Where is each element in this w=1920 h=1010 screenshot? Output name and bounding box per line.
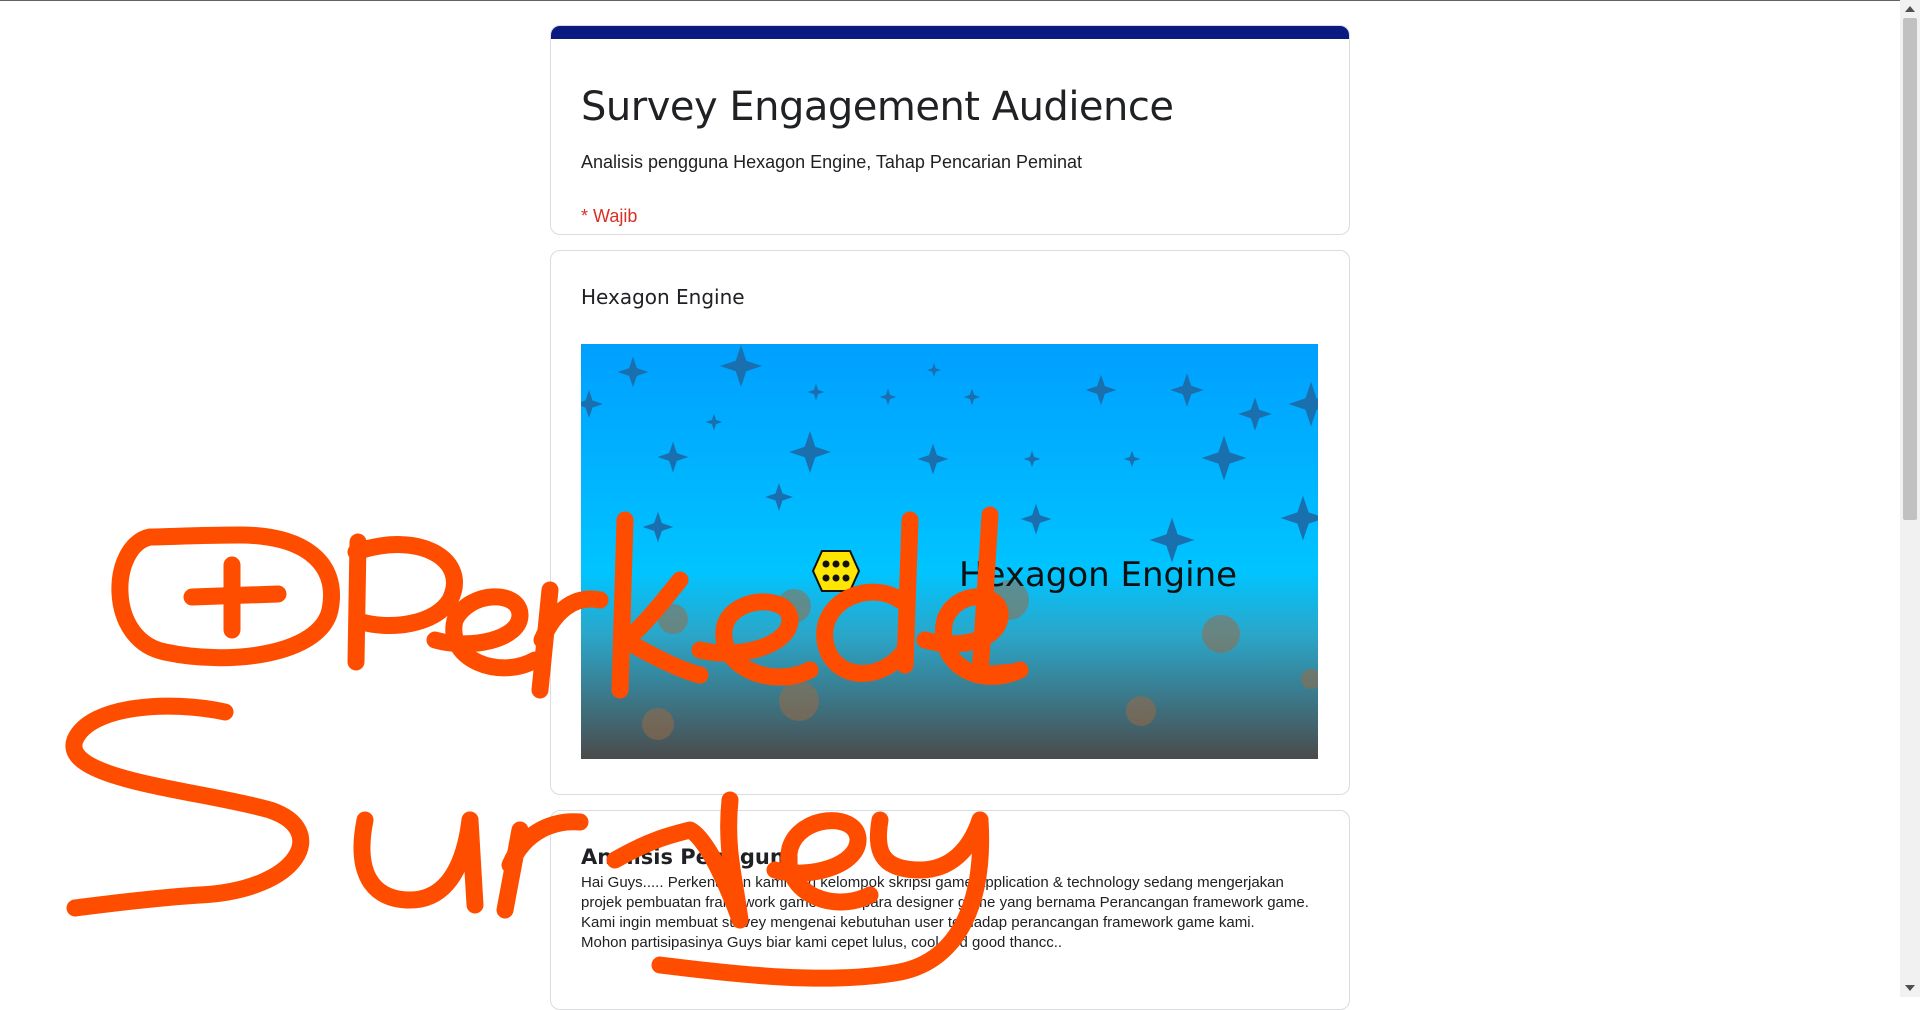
scroll-down-arrow-icon[interactable]	[1905, 985, 1915, 991]
form-title-card: Survey Engagement Audience Analisis peng…	[550, 25, 1350, 235]
section-paragraph-3: Mohon partisipasinya Guys biar kami cepe…	[581, 934, 1063, 951]
required-note: * Wajib	[581, 206, 638, 226]
image-section-title: Hexagon Engine	[581, 285, 745, 309]
form-accent-bar	[551, 26, 1349, 39]
hexagon-logo-icon	[811, 550, 861, 592]
banner-svg: Hexagon Engine	[581, 344, 1318, 759]
section-body: Hai Guys..... Perkenalkan kami dari kelo…	[581, 873, 1326, 953]
form-title: Survey Engagement Audience	[581, 84, 1174, 130]
window-top-border	[0, 0, 1920, 1]
banner-background	[581, 344, 1318, 759]
image-section-card: Hexagon Engine Hexagon Engine	[550, 250, 1350, 795]
page-scrollbar[interactable]	[1900, 0, 1920, 997]
form-description: Analisis pengguna Hexagon Engine, Tahap …	[581, 152, 1083, 172]
section-heading: Analisis Pengguna	[581, 845, 799, 869]
banner-text: Hexagon Engine	[959, 555, 1237, 595]
text-section-card: Analisis Pengguna Hai Guys..... Perkenal…	[550, 810, 1350, 1010]
scroll-thumb[interactable]	[1903, 18, 1917, 520]
banner-image: Hexagon Engine	[581, 344, 1318, 759]
section-paragraph-1: Hai Guys..... Perkenalkan kami dari kelo…	[581, 874, 1309, 911]
section-paragraph-2: Kami ingin membuat survey mengenai kebut…	[581, 914, 1255, 931]
scroll-up-arrow-icon[interactable]	[1905, 6, 1915, 12]
